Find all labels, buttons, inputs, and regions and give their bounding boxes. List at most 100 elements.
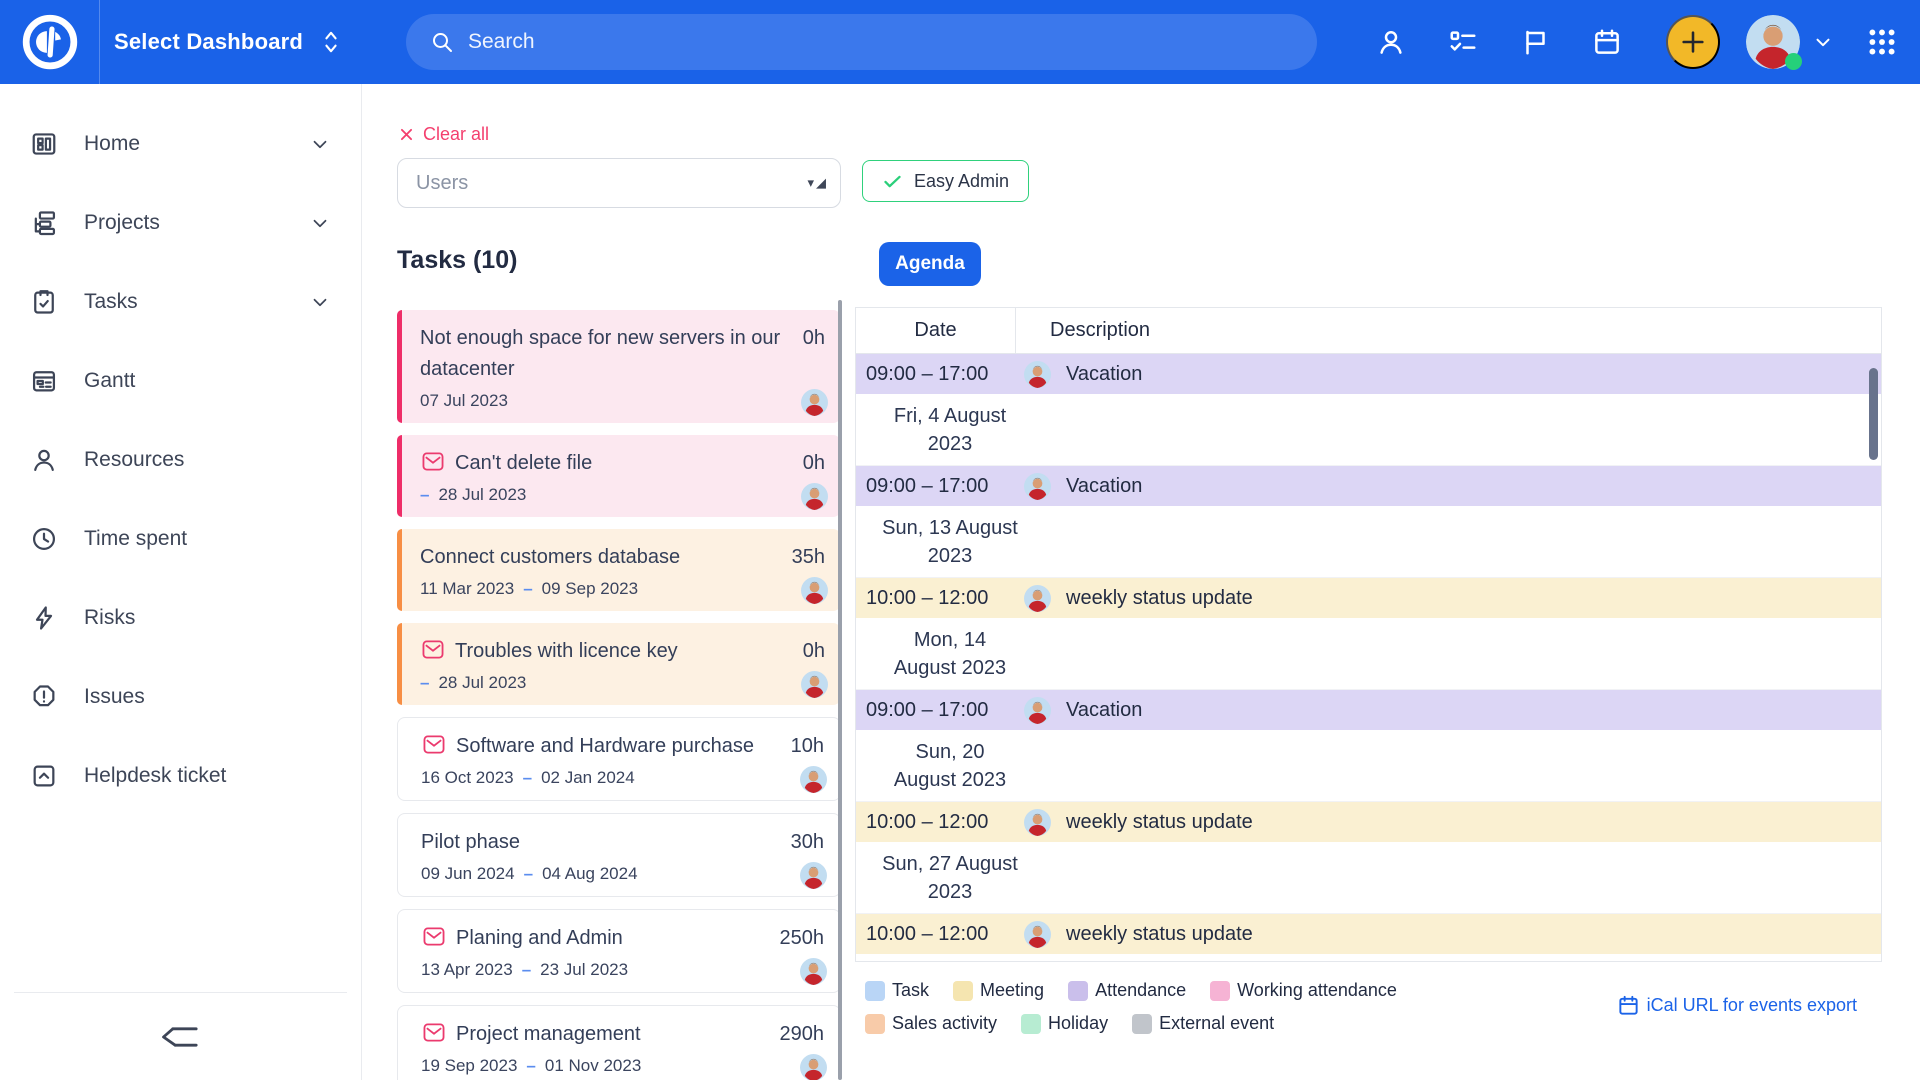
envelope-icon [421, 1022, 447, 1043]
task-dates: –28 Jul 2023 [420, 671, 825, 695]
date-line2: August 2023 [862, 766, 1038, 794]
legend-label: Holiday [1048, 1013, 1108, 1034]
date-line1: Sun, 20 [862, 738, 1038, 766]
legend-swatch [953, 981, 973, 1001]
sidebar-item-projects[interactable]: Projects [0, 183, 361, 262]
agenda-event-row[interactable]: 09:00 – 17:00Vacation [856, 354, 1881, 394]
task-card[interactable]: Connect customers database35h11 Mar 2023… [397, 529, 841, 611]
task-card[interactable]: Planing and Admin250h13 Apr 2023–23 Jul … [397, 909, 841, 993]
task-start-date: 13 Apr 2023 [421, 960, 513, 980]
date-line2: 2023 [862, 430, 1038, 458]
task-title: Planing and Admin [421, 923, 768, 954]
task-title: Not enough space for new servers in our … [420, 323, 791, 385]
agenda-event-row[interactable]: 10:00 – 12:00weekly status update [856, 914, 1881, 954]
date-line2: 2023 [862, 878, 1038, 906]
sidebar-item-gantt[interactable]: Gantt [0, 341, 361, 420]
event-avatar [1024, 473, 1051, 500]
time-spent-icon [30, 525, 58, 553]
calendar-icon[interactable] [1592, 27, 1622, 57]
user-menu[interactable] [1746, 15, 1834, 69]
agenda-table-header: Date Description [856, 308, 1881, 354]
users-filter-value: Users [416, 172, 468, 195]
agenda-event-row[interactable]: 09:00 – 17:00 Vacation [856, 466, 1881, 506]
event-description: weekly status update [1066, 923, 1253, 946]
sidebar-item-risks[interactable]: Risks [0, 578, 361, 657]
agenda-body: 09:00 – 17:00VacationFri, 4 August202309… [856, 354, 1881, 962]
agenda-scrollbar[interactable] [1869, 368, 1878, 460]
task-dates: 07 Jul 2023 [420, 389, 825, 413]
users-filter-select[interactable]: Users ▾◢ [397, 158, 841, 208]
sidebar-item-issues[interactable]: Issues [0, 657, 361, 736]
task-title-text: Pilot phase [421, 831, 520, 853]
panel-resize-divider[interactable] [838, 300, 842, 1080]
flag-icon[interactable] [1520, 27, 1550, 57]
task-title-text: Connect customers database [420, 546, 680, 568]
add-button[interactable] [1666, 15, 1720, 69]
checklist-icon[interactable] [1448, 27, 1478, 57]
legend-item: Holiday [1021, 1013, 1108, 1034]
sidebar-item-resources[interactable]: Resources [0, 420, 361, 499]
sidebar-item-helpdesk-ticket[interactable]: Helpdesk ticket [0, 736, 361, 815]
task-card[interactable]: Can't delete file0h–28 Jul 2023 [397, 435, 841, 517]
collapse-sidebar-icon[interactable] [160, 1022, 202, 1052]
sidebar-item-tasks[interactable]: Tasks [0, 262, 361, 341]
risks-icon [30, 604, 58, 632]
task-dates: 13 Apr 2023–23 Jul 2023 [421, 958, 824, 982]
clear-all-button[interactable]: Clear all [398, 124, 489, 145]
column-header-date: Date [856, 308, 1016, 353]
search-input[interactable] [468, 30, 1293, 54]
sidebar-item-time-spent[interactable]: Time spent [0, 499, 361, 578]
online-status-dot [1785, 53, 1802, 70]
dashboard-selector[interactable]: Select Dashboard [100, 29, 362, 55]
chevron-updown-icon [320, 29, 342, 55]
agenda-event-row[interactable]: 10:00 – 12:00weekly status update [856, 578, 1881, 618]
easy-admin-label: Easy Admin [914, 171, 1009, 192]
event-description: weekly status update [1066, 587, 1253, 610]
apps-grid-icon[interactable] [1866, 26, 1898, 58]
agenda-date-row: Sun, 20August 2023 [856, 730, 1881, 802]
sidebar-item-home[interactable]: Home [0, 104, 361, 183]
task-card[interactable]: Project management290h19 Sep 2023–01 Nov… [397, 1005, 841, 1080]
issues-icon [30, 683, 58, 711]
assignee-avatar [800, 1054, 827, 1080]
user-icon[interactable] [1376, 27, 1406, 57]
agenda-event-row[interactable]: 09:00 – 17:00Vacation [856, 690, 1881, 730]
agenda-button[interactable]: Agenda [879, 242, 981, 286]
task-end-date: 28 Jul 2023 [438, 485, 526, 505]
sidebar-item-label: Home [84, 132, 140, 156]
legend-item: Attendance [1068, 980, 1186, 1001]
plus-icon [1679, 28, 1707, 56]
easy-admin-chip[interactable]: Easy Admin [862, 160, 1029, 202]
event-avatar [1024, 809, 1051, 836]
date-line2: August 2023 [862, 654, 1038, 682]
app-logo[interactable] [0, 0, 100, 84]
task-hours: 0h [803, 636, 825, 667]
agenda-date-row: Mon, 14August 2023 [856, 618, 1881, 690]
legend-item: Task [865, 980, 929, 1001]
legend-item: Working attendance [1210, 980, 1397, 1001]
sidebar-nav: Home Projects TasksGanttResourcesTime spen… [0, 104, 361, 815]
task-start-date: 19 Sep 2023 [421, 1056, 517, 1076]
search-bar[interactable] [406, 14, 1317, 70]
event-time: 09:00 – 17:00 [866, 475, 1024, 498]
logo-icon [21, 13, 79, 71]
chevron-down-icon [309, 291, 331, 313]
event-description: Vacation [1066, 475, 1142, 498]
search-icon [430, 30, 454, 54]
sidebar-item-label: Projects [84, 211, 160, 235]
task-hours: 0h [803, 448, 825, 479]
task-card[interactable]: Software and Hardware purchase10h16 Oct … [397, 717, 841, 801]
task-hours: 0h [803, 323, 825, 385]
agenda-event-row[interactable]: 10:00 – 12:00weekly status update [856, 802, 1881, 842]
event-time: 10:00 – 12:00 [866, 811, 1024, 834]
ical-export-link[interactable]: iCal URL for events export [1617, 994, 1857, 1017]
task-title: Pilot phase [421, 827, 779, 858]
task-color-bar [397, 310, 402, 423]
task-card[interactable]: Pilot phase30h09 Jun 2024–04 Aug 2024 [397, 813, 841, 897]
task-card[interactable]: Troubles with licence key 0h –28 Jul 2023 [397, 623, 841, 705]
main-content: Clear all Users ▾◢ Easy Admin Tasks (10)… [362, 84, 1920, 1080]
assignee-avatar [801, 389, 828, 416]
task-end-date: 28 Jul 2023 [438, 673, 526, 693]
task-card[interactable]: Not enough space for new servers in our … [397, 310, 841, 423]
task-title-text: Troubles with licence key [455, 640, 678, 662]
